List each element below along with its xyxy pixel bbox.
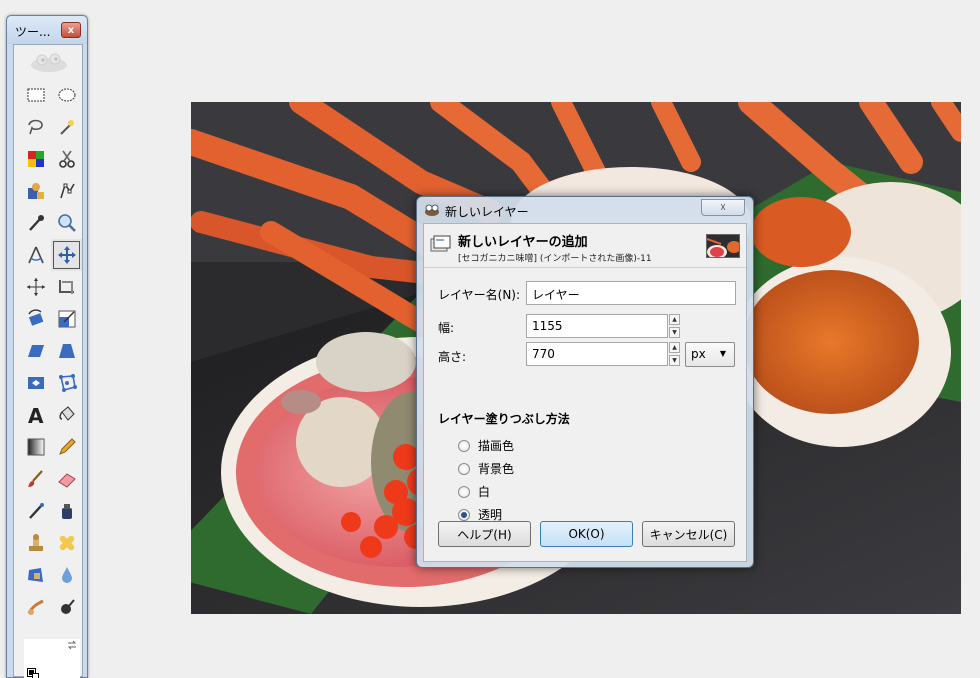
smudge-icon[interactable]	[20, 591, 51, 623]
close-icon: ☓	[720, 201, 726, 214]
dialog-header-subtitle: [セコガニカニ味噌] (インポートされた画像)-11	[458, 254, 652, 264]
fill-option-label: 背景色	[478, 462, 515, 476]
clone-icon[interactable]	[20, 527, 51, 559]
new-layer-icon	[430, 235, 451, 252]
help-button[interactable]: ヘルプ(H)	[438, 521, 531, 547]
dialog-close-button[interactable]: ☓	[701, 199, 745, 216]
shear-icon[interactable]	[20, 335, 51, 367]
heal-icon[interactable]	[51, 527, 82, 559]
ink-icon[interactable]	[51, 495, 82, 527]
dialog-header: 新しいレイヤーの追加 [セコガニカニ味噌] (インポートされた画像)-11	[424, 224, 746, 268]
rotate-icon[interactable]	[20, 303, 51, 335]
gimp-app-icon	[425, 204, 439, 216]
dialog-titlebar[interactable]: 新しいレイヤー ☓	[417, 197, 753, 223]
toolbox-title: ツー...	[15, 25, 51, 39]
cancel-button[interactable]: キャンセル(C)	[642, 521, 735, 547]
cage-transform-icon[interactable]	[51, 367, 82, 399]
svg-text:A: A	[28, 404, 44, 426]
fuzzy-select-icon[interactable]	[51, 111, 82, 143]
dialog-body: 新しいレイヤーの追加 [セコガニカニ味噌] (インポートされた画像)-11 レイ…	[423, 223, 747, 562]
rect-select-icon[interactable]	[20, 79, 51, 111]
toolbox-close-button[interactable]: x	[61, 22, 81, 38]
fill-option-label: 描画色	[478, 439, 515, 453]
eraser-icon[interactable]	[51, 463, 82, 495]
radio-button[interactable]	[458, 485, 470, 498]
fg-bg-color-area[interactable]	[24, 639, 80, 678]
bucket-fill-icon[interactable]	[51, 399, 82, 431]
ok-button[interactable]: OK(O)	[540, 521, 633, 547]
swap-colors-icon[interactable]	[66, 639, 78, 651]
chevron-down-icon: ▼	[719, 349, 726, 358]
spin-up-icon[interactable]: ▲	[669, 342, 680, 353]
spin-down-icon[interactable]: ▼	[669, 355, 680, 366]
height-spinner[interactable]: ▲ ▼	[669, 342, 680, 366]
close-icon: x	[67, 24, 75, 36]
align-icon[interactable]	[20, 271, 51, 303]
blend-icon[interactable]	[20, 431, 51, 463]
toolbox-panel: A	[13, 44, 83, 678]
image-thumbnail	[706, 234, 740, 258]
height-label: 高さ:	[438, 350, 467, 364]
radio-button[interactable]	[458, 462, 470, 475]
color-select-icon[interactable]	[20, 143, 51, 175]
foreground-select-icon[interactable]	[20, 175, 51, 207]
width-label: 幅:	[438, 321, 455, 335]
text-icon[interactable]: A	[20, 399, 51, 431]
paths-icon[interactable]	[51, 175, 82, 207]
perspective-clone-icon[interactable]	[20, 559, 51, 591]
blur-icon[interactable]	[51, 559, 82, 591]
spin-down-icon[interactable]: ▼	[669, 327, 680, 338]
toolbox-titlebar[interactable]: ツー... x	[7, 16, 87, 44]
color-picker-icon[interactable]	[20, 207, 51, 239]
ellipse-select-icon[interactable]	[51, 79, 82, 111]
width-spinner[interactable]: ▲ ▼	[669, 314, 680, 338]
background-color-swatch[interactable]	[32, 673, 39, 678]
move-icon[interactable]	[51, 239, 82, 271]
flip-icon[interactable]	[20, 367, 51, 399]
toolbox-window: ツー... x A	[6, 15, 88, 678]
perspective-icon[interactable]	[51, 335, 82, 367]
new-layer-dialog: 新しいレイヤー ☓ 新しいレイヤーの追加 [セコガニカニ味噌] (インポートされ…	[416, 196, 754, 568]
height-input[interactable]: 770	[526, 342, 668, 366]
dialog-title: 新しいレイヤー	[445, 205, 529, 219]
radio-button[interactable]	[458, 439, 470, 452]
tool-grid: A	[20, 79, 82, 623]
radio-button-selected[interactable]	[458, 508, 470, 521]
crop-icon[interactable]	[51, 271, 82, 303]
fill-option-white[interactable]: 白	[458, 483, 490, 500]
spin-up-icon[interactable]: ▲	[669, 314, 680, 325]
zoom-icon[interactable]	[51, 207, 82, 239]
fill-option-background[interactable]: 背景色	[458, 460, 514, 477]
wilber-logo-icon	[31, 53, 67, 72]
scale-icon[interactable]	[51, 303, 82, 335]
dodge-burn-icon[interactable]	[51, 591, 82, 623]
free-select-icon[interactable]	[20, 111, 51, 143]
unit-dropdown[interactable]: px ▼	[685, 342, 735, 367]
scissors-select-icon[interactable]	[51, 143, 82, 175]
airbrush-icon[interactable]	[20, 495, 51, 527]
layer-name-input[interactable]: レイヤー	[526, 281, 736, 305]
paintbrush-icon[interactable]	[20, 463, 51, 495]
unit-value: px	[691, 347, 706, 361]
dialog-header-title: 新しいレイヤーの追加	[458, 235, 588, 250]
measure-icon[interactable]	[20, 239, 51, 271]
fill-type-section-title: レイヤー塗りつぶし方法	[438, 412, 570, 426]
width-input[interactable]: 1155	[526, 314, 668, 338]
layer-name-label: レイヤー名(N):	[438, 288, 521, 302]
fill-option-label: 白	[478, 485, 491, 499]
fill-option-foreground[interactable]: 描画色	[458, 437, 514, 454]
pencil-icon[interactable]	[51, 431, 82, 463]
